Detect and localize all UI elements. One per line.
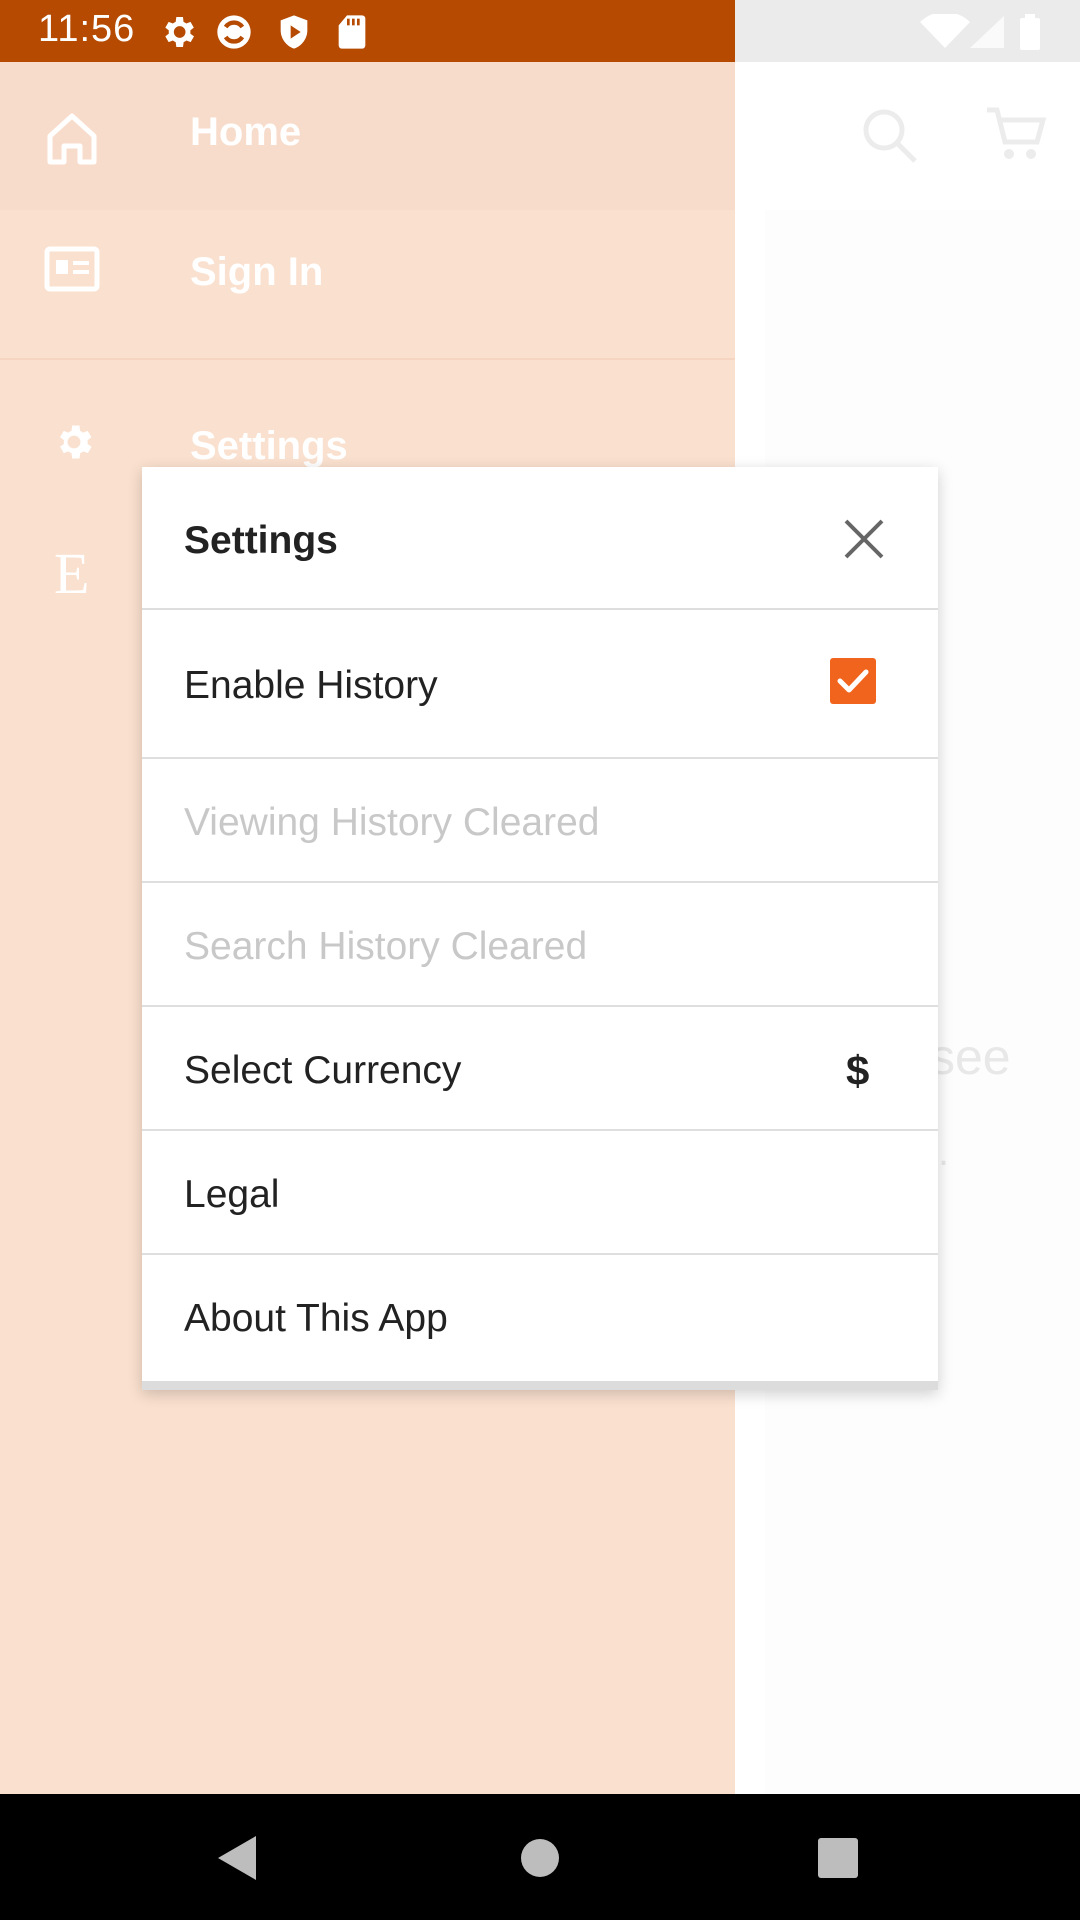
home-circle-icon[interactable] xyxy=(520,1838,560,1878)
app-toolbar xyxy=(735,62,1080,212)
row-label: Enable History xyxy=(184,664,438,707)
play-protect-icon xyxy=(280,15,308,49)
gear-icon xyxy=(60,425,92,459)
search-history-row[interactable]: Search History Cleared xyxy=(142,883,938,1007)
status-time: 11:56 xyxy=(38,8,136,50)
back-icon[interactable] xyxy=(216,1834,260,1882)
dialog-header: Settings xyxy=(142,467,938,610)
about-app-row[interactable]: About This App xyxy=(142,1255,938,1377)
settings-dialog: Settings Enable History Viewing History … xyxy=(142,467,938,1390)
legal-row[interactable]: Legal xyxy=(142,1131,938,1255)
viewing-history-row[interactable]: Viewing History Cleared xyxy=(142,759,938,883)
currency-value: $ xyxy=(846,1047,870,1094)
row-label: About This App xyxy=(184,1297,448,1340)
signal-icon xyxy=(970,16,1004,48)
gear-icon xyxy=(165,17,194,47)
checkmark-icon xyxy=(837,669,869,693)
row-label: Search History Cleared xyxy=(184,925,588,968)
drawer-item-label: Home xyxy=(190,110,302,154)
close-icon[interactable] xyxy=(834,509,894,569)
row-label: Select Currency xyxy=(184,1049,462,1092)
cart-icon[interactable] xyxy=(985,104,1047,164)
drawer-divider xyxy=(0,358,735,360)
sd-card-icon xyxy=(338,15,366,49)
select-currency-row[interactable]: Select Currency $ xyxy=(142,1007,938,1131)
drawer-item-label: Settings xyxy=(190,424,348,468)
system-nav-bar xyxy=(0,1794,1080,1920)
battery-icon xyxy=(1020,14,1040,50)
drawer-item-home[interactable]: Home xyxy=(0,62,735,210)
enable-history-row[interactable]: Enable History xyxy=(142,610,938,759)
wifi-icon xyxy=(920,14,970,48)
sync-icon xyxy=(217,15,251,49)
id-card-icon xyxy=(44,246,100,292)
dialog-title: Settings xyxy=(184,519,338,562)
background-partial-mark: . xyxy=(938,1130,950,1174)
drawer-item-label: Sign In xyxy=(190,250,324,294)
dialog-bottom-edge xyxy=(142,1381,938,1390)
brand-letter-icon[interactable]: E xyxy=(54,540,89,607)
enable-history-checkbox[interactable] xyxy=(830,658,876,704)
drawer-item-sign-in[interactable]: Sign In xyxy=(0,212,735,338)
home-icon xyxy=(47,113,97,165)
row-label: Legal xyxy=(184,1173,280,1216)
background-partial-text: see xyxy=(930,1029,1011,1085)
recents-icon[interactable] xyxy=(818,1838,858,1878)
search-icon[interactable] xyxy=(860,106,920,166)
status-bar: 11:56 xyxy=(0,0,1080,62)
row-label: Viewing History Cleared xyxy=(184,801,600,844)
